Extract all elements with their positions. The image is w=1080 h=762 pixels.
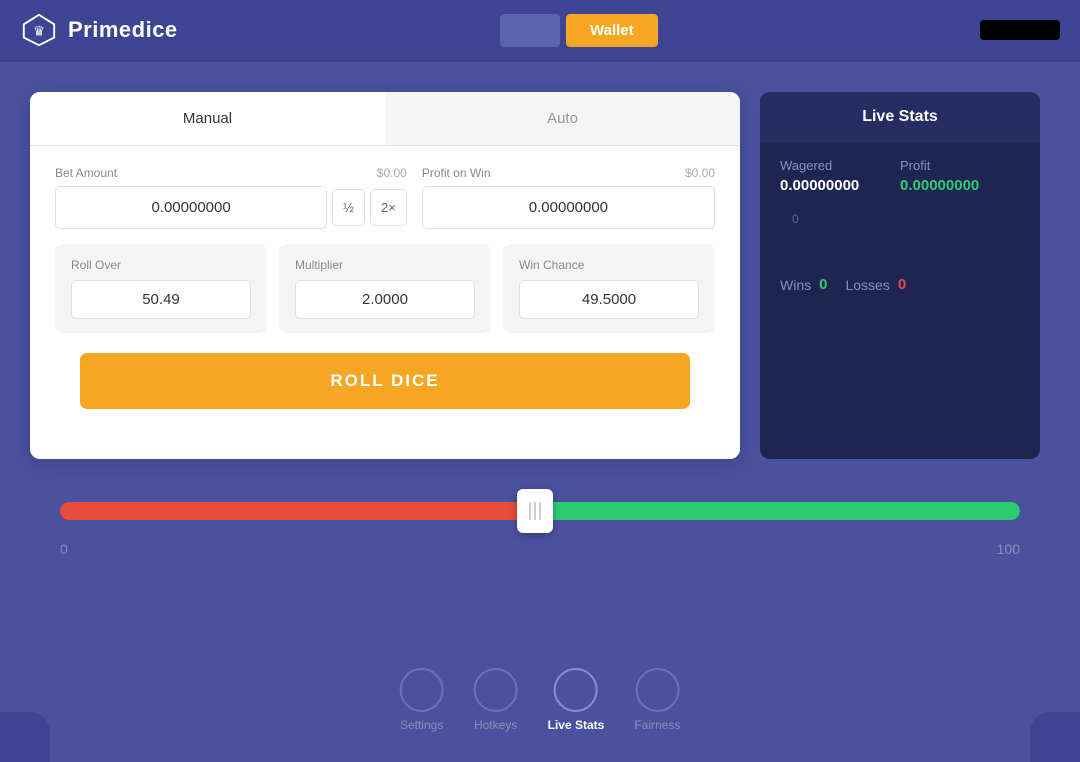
nav-label-fairness: Fairness [634, 718, 680, 732]
wagered-label: Wagered [780, 158, 900, 173]
bottom-nav: Settings Hotkeys Live Stats Fairness [400, 668, 681, 732]
nav-label-live-stats: Live Stats [548, 718, 605, 732]
login-button[interactable] [500, 14, 560, 47]
win-chance-field: Win Chance [503, 244, 715, 333]
nav-circle-live-stats [554, 668, 598, 712]
nav-label-settings: Settings [400, 718, 443, 732]
app-name: Primedice [68, 17, 178, 43]
roll-dice-button[interactable]: ROLL DICE [80, 353, 690, 409]
losses-count: 0 [898, 276, 906, 293]
tab-auto[interactable]: Auto [385, 92, 740, 145]
header-center-actions: Wallet [500, 14, 658, 47]
profit-stat-value: 0.00000000 [900, 177, 1020, 194]
profit-label: Profit on Win $0.00 [422, 166, 715, 180]
win-chance-label: Win Chance [519, 258, 699, 272]
nav-item-hotkeys[interactable]: Hotkeys [474, 668, 518, 732]
slider-labels: 0 100 [60, 541, 1020, 557]
svg-text:♛: ♛ [33, 24, 45, 39]
multiplier-input[interactable] [295, 280, 475, 319]
bet-profit-row: Bet Amount $0.00 ½ 2× Profit on Win $0.0… [55, 166, 715, 229]
live-stats-panel: Live Stats Wagered 0.00000000 Profit 0.0… [760, 92, 1040, 459]
corner-blob-left [0, 712, 50, 762]
multiplier-field: Multiplier [279, 244, 491, 333]
half-button[interactable]: ½ [332, 189, 365, 226]
header: ♛ Primedice Wallet [0, 0, 1080, 62]
wins-count: 0 [819, 276, 827, 293]
live-stats-body: Wagered 0.00000000 Profit 0.00000000 0 W… [760, 142, 1040, 309]
slider-grip-icon [529, 502, 541, 520]
profit-col: Profit 0.00000000 [900, 158, 1020, 194]
wallet-button[interactable]: Wallet [566, 14, 658, 47]
win-chance-input[interactable] [519, 280, 699, 319]
chart-zero-label: 0 [792, 212, 799, 226]
wins-label: Wins [780, 277, 811, 293]
slider-green-zone [535, 502, 1020, 520]
roll-over-input[interactable] [71, 280, 251, 319]
chart-area: 0 [780, 204, 1020, 264]
double-button[interactable]: 2× [370, 189, 407, 226]
roll-over-field: Roll Over [55, 244, 267, 333]
roll-multi-chance-row: Roll Over Multiplier Win Chance [55, 244, 715, 333]
roll-over-label: Roll Over [71, 258, 251, 272]
nav-circle-fairness [635, 668, 679, 712]
slider-max-label: 100 [997, 541, 1020, 557]
profit-on-win-group: Profit on Win $0.00 [422, 166, 715, 229]
slider-red-zone [60, 502, 535, 520]
tab-bar: Manual Auto [30, 92, 740, 146]
nav-circle-hotkeys [474, 668, 518, 712]
logo-icon: ♛ [20, 11, 58, 49]
wagered-profit-row: Wagered 0.00000000 Profit 0.00000000 [780, 158, 1020, 194]
user-area [980, 20, 1060, 40]
profit-input[interactable] [422, 186, 715, 229]
nav-item-live-stats[interactable]: Live Stats [548, 668, 605, 732]
nav-circle-settings [400, 668, 444, 712]
main-content: Manual Auto Bet Amount $0.00 ½ 2× [0, 72, 1080, 479]
slider-thumb[interactable] [517, 489, 553, 533]
nav-item-fairness[interactable]: Fairness [634, 668, 680, 732]
nav-item-settings[interactable]: Settings [400, 668, 444, 732]
live-stats-header: Live Stats [760, 92, 1040, 142]
logo-area: ♛ Primedice [20, 11, 178, 49]
wins-losses-row: Wins 0 Losses 0 [780, 276, 1020, 293]
live-stats-title: Live Stats [780, 108, 1020, 126]
wagered-col: Wagered 0.00000000 [780, 158, 900, 194]
slider-min-label: 0 [60, 541, 68, 557]
dice-slider-section: 0 100 [0, 489, 1080, 557]
multiplier-label: Multiplier [295, 258, 475, 272]
losses-label: Losses [845, 277, 889, 293]
slider-track-container [60, 489, 1020, 533]
bet-amount-label: Bet Amount $0.00 [55, 166, 407, 180]
bet-amount-input-group: ½ 2× [55, 186, 407, 229]
nav-label-hotkeys: Hotkeys [474, 718, 517, 732]
bet-panel: Manual Auto Bet Amount $0.00 ½ 2× [30, 92, 740, 459]
bet-amount-input[interactable] [55, 186, 327, 229]
wagered-value: 0.00000000 [780, 177, 900, 194]
tab-manual[interactable]: Manual [30, 92, 385, 145]
profit-stat-label: Profit [900, 158, 1020, 173]
corner-blob-right [1030, 712, 1080, 762]
bet-amount-group: Bet Amount $0.00 ½ 2× [55, 166, 407, 229]
bet-form: Bet Amount $0.00 ½ 2× Profit on Win $0.0… [30, 146, 740, 429]
